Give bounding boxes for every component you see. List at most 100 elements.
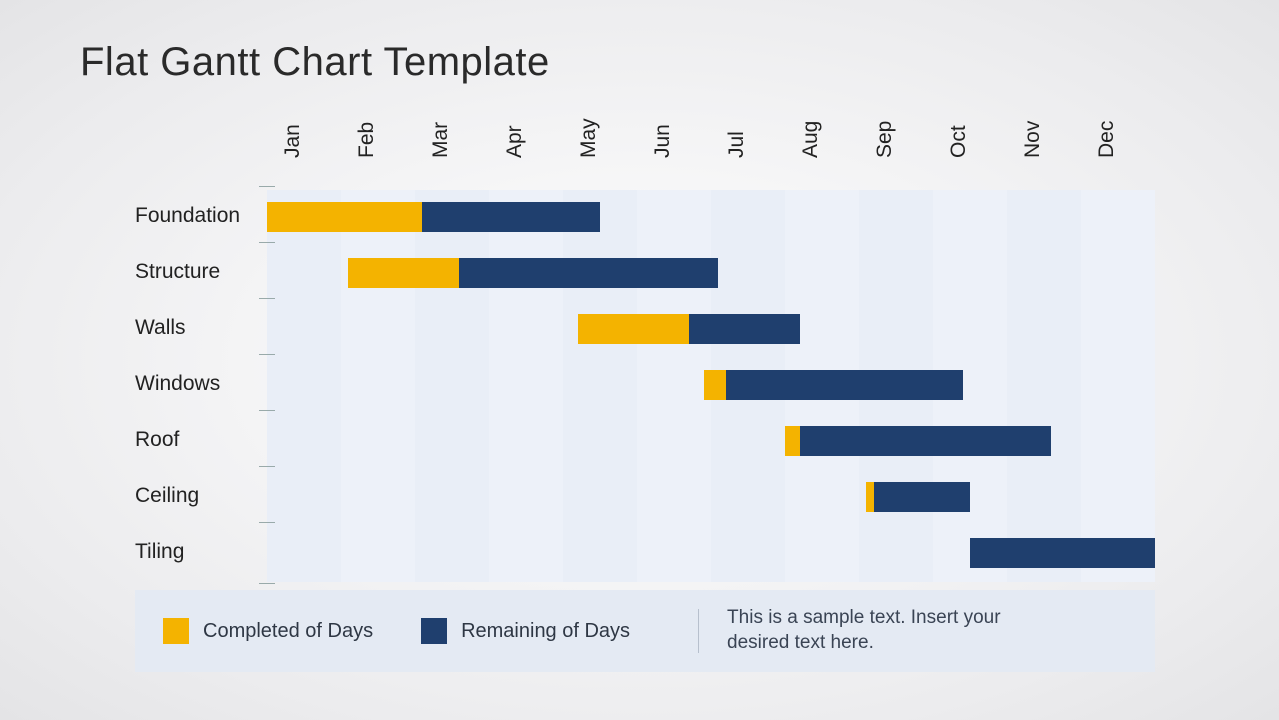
- grid-cell: [785, 246, 859, 302]
- task-bar: [785, 426, 1051, 456]
- grid-cell: [489, 358, 563, 414]
- grid-cell: [415, 414, 489, 470]
- grid-cell: [637, 526, 711, 582]
- grid-cell: [415, 302, 489, 358]
- grid: [267, 470, 1155, 526]
- grid-cell: [711, 414, 785, 470]
- bar-remaining: [459, 258, 718, 288]
- month-axis: JanFebMarAprMayJunJulAugSepOctNovDec: [267, 108, 1155, 188]
- grid-cell: [1081, 358, 1155, 414]
- grid-cell: [933, 190, 1007, 246]
- month-label: Apr: [503, 84, 527, 158]
- bar-remaining: [970, 538, 1155, 568]
- legend-completed: Completed of Days: [163, 618, 373, 644]
- grid-cell: [1007, 246, 1081, 302]
- grid-cell: [341, 302, 415, 358]
- grid-cell: [489, 470, 563, 526]
- task-bar: [970, 538, 1155, 568]
- grid-cell: [415, 470, 489, 526]
- legend-panel: Completed of Days Remaining of Days This…: [135, 590, 1155, 672]
- task-label: Ceiling: [135, 484, 199, 508]
- grid-cell: [711, 190, 785, 246]
- bar-remaining: [800, 426, 1052, 456]
- grid-cell: [563, 358, 637, 414]
- task-label: Structure: [135, 260, 220, 284]
- grid-cell: [637, 358, 711, 414]
- task-label: Foundation: [135, 204, 240, 228]
- grid-cell: [933, 302, 1007, 358]
- bar-completed: [348, 258, 459, 288]
- legend-divider: [698, 609, 699, 653]
- page-title: Flat Gantt Chart Template: [80, 40, 550, 85]
- bar-completed: [267, 202, 422, 232]
- task-label: Roof: [135, 428, 179, 452]
- grid-cell: [1081, 190, 1155, 246]
- month-label: Nov: [1021, 84, 1045, 158]
- task-bar: [578, 314, 800, 344]
- grid-cell: [859, 190, 933, 246]
- month-label: Jan: [281, 84, 305, 158]
- grid-cell: [1081, 302, 1155, 358]
- footer-text: This is a sample text. Insert your desir…: [727, 606, 1027, 655]
- grid-cell: [267, 246, 341, 302]
- grid-cell: [1007, 470, 1081, 526]
- grid-cell: [1081, 246, 1155, 302]
- task-label: Windows: [135, 372, 220, 396]
- month-label: Feb: [355, 84, 379, 158]
- grid-cell: [489, 526, 563, 582]
- month-label: Dec: [1095, 84, 1119, 158]
- grid-cell: [415, 526, 489, 582]
- gantt-rows: Foundation Structure Walls Windows Roof Ceili…: [135, 190, 1155, 582]
- grid-cell: [341, 470, 415, 526]
- grid-cell: [341, 358, 415, 414]
- grid-cell: [637, 414, 711, 470]
- month-label: Mar: [429, 84, 453, 158]
- task-bar: [866, 482, 970, 512]
- bar-remaining: [422, 202, 600, 232]
- month-label: Sep: [873, 84, 897, 158]
- grid-cell: [711, 470, 785, 526]
- bar-completed: [578, 314, 689, 344]
- month-label: May: [577, 84, 601, 158]
- grid-cell: [1081, 470, 1155, 526]
- gantt-row: Windows: [135, 358, 1155, 414]
- grid-cell: [489, 414, 563, 470]
- bar-completed: [704, 370, 726, 400]
- bar-remaining: [874, 482, 970, 512]
- legend-remaining-label: Remaining of Days: [461, 620, 630, 643]
- task-label: Tiling: [135, 540, 184, 564]
- grid-cell: [637, 470, 711, 526]
- grid-cell: [1081, 414, 1155, 470]
- grid-cell: [267, 358, 341, 414]
- task-bar: [267, 202, 600, 232]
- swatch-remaining: [421, 618, 447, 644]
- grid-cell: [785, 470, 859, 526]
- grid-cell: [1007, 190, 1081, 246]
- grid-cell: [859, 526, 933, 582]
- swatch-completed: [163, 618, 189, 644]
- gantt-row: Ceiling: [135, 470, 1155, 526]
- grid-cell: [933, 246, 1007, 302]
- grid-cell: [415, 358, 489, 414]
- gantt-row: Structure: [135, 246, 1155, 302]
- gantt-row: Roof: [135, 414, 1155, 470]
- grid-cell: [563, 526, 637, 582]
- month-label: Jun: [651, 84, 675, 158]
- grid-cell: [563, 414, 637, 470]
- bar-remaining: [726, 370, 963, 400]
- grid-cell: [785, 526, 859, 582]
- grid-cell: [563, 470, 637, 526]
- task-bar: [348, 258, 718, 288]
- grid-cell: [637, 190, 711, 246]
- grid-cell: [341, 526, 415, 582]
- bar-completed: [866, 482, 873, 512]
- legend-completed-label: Completed of Days: [203, 620, 373, 643]
- grid-cell: [1007, 302, 1081, 358]
- grid-cell: [711, 526, 785, 582]
- month-label: Oct: [947, 84, 971, 158]
- grid-cell: [859, 302, 933, 358]
- grid-cell: [267, 414, 341, 470]
- gantt-chart: JanFebMarAprMayJunJulAugSepOctNovDec Fou…: [135, 108, 1155, 582]
- grid-cell: [711, 246, 785, 302]
- gantt-row: Walls: [135, 302, 1155, 358]
